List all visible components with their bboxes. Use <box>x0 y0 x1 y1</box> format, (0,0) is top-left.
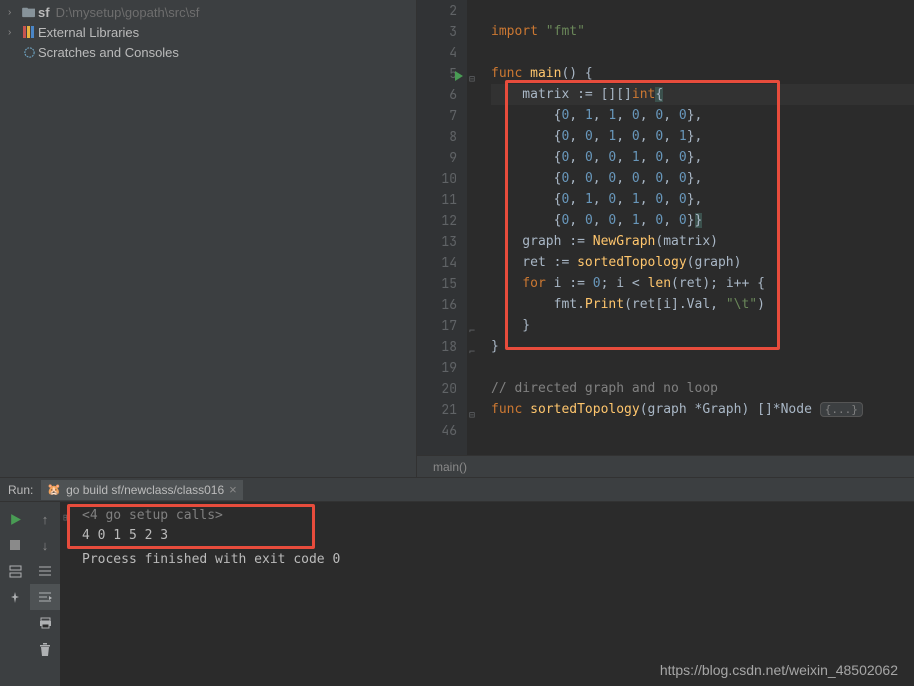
line-number[interactable]: 16 <box>417 294 457 315</box>
code-line[interactable]: matrix := [][]int{ <box>491 84 914 105</box>
fold-column[interactable]: ⊟ ⌐ ⌐ ⊟ <box>467 0 483 455</box>
watermark: https://blog.csdn.net/weixin_48502062 <box>660 662 898 678</box>
code-line[interactable]: graph := NewGraph(matrix) <box>491 231 914 252</box>
line-number[interactable]: 7 <box>417 105 457 126</box>
fold-marker-icon[interactable]: ⊟ <box>469 68 480 79</box>
code-line[interactable] <box>491 357 914 378</box>
project-root-item[interactable]: › sf D:\mysetup\gopath\src\sf <box>0 2 416 22</box>
code-line[interactable] <box>491 420 914 441</box>
line-number[interactable]: 17 <box>417 315 457 336</box>
line-number[interactable]: 20 <box>417 378 457 399</box>
fold-marker-icon[interactable]: ⌐ <box>469 320 480 331</box>
fold-marker-icon[interactable]: ⌐ <box>469 341 480 352</box>
soft-wrap-button[interactable] <box>30 558 60 584</box>
line-number[interactable]: 2 <box>417 0 457 21</box>
external-libraries-label: External Libraries <box>38 25 139 40</box>
console-fold-line[interactable]: <4 go setup calls> <box>82 506 906 526</box>
run-toolbar-left <box>0 502 30 686</box>
project-tree-panel: › sf D:\mysetup\gopath\src\sf › External… <box>0 0 417 477</box>
line-number[interactable]: 19 <box>417 357 457 378</box>
go-icon: 🐹 <box>47 483 61 496</box>
external-libraries-item[interactable]: › External Libraries <box>0 22 416 42</box>
code-line[interactable]: {0, 0, 0, 0, 0, 0}, <box>491 168 914 189</box>
library-icon <box>20 25 38 39</box>
code-line[interactable]: fmt.Print(ret[i].Val, "\t") <box>491 294 914 315</box>
editor-area: 2345678910111213141516171819202146 ⊟ ⌐ ⌐⊟ … <box>417 0 914 477</box>
rerun-button[interactable] <box>0 506 30 532</box>
code-editor[interactable]: 2345678910111213141516171819202146 ⊟ ⌐ ⌐⊟ … <box>417 0 914 455</box>
close-icon[interactable]: × <box>229 482 237 497</box>
code-line[interactable]: {0, 0, 1, 0, 0, 1}, <box>491 126 914 147</box>
line-number[interactable]: 10 <box>417 168 457 189</box>
code-line[interactable]: {0, 0, 0, 1, 0, 0}, <box>491 147 914 168</box>
up-button[interactable]: ↑ <box>30 506 60 532</box>
layout-button[interactable] <box>0 558 30 584</box>
expand-arrow-icon[interactable]: › <box>8 7 20 18</box>
stop-button[interactable] <box>0 532 30 558</box>
line-number[interactable]: 46 <box>417 420 457 441</box>
line-number[interactable]: 14 <box>417 252 457 273</box>
scroll-to-end-button[interactable] <box>30 584 60 610</box>
scratches-item[interactable]: Scratches and Consoles <box>0 42 416 62</box>
fold-toggle-icon[interactable]: ⊞ <box>63 508 70 528</box>
run-title: Run: <box>8 483 33 497</box>
run-tab-label: go build sf/newclass/class016 <box>66 483 224 497</box>
code-line[interactable]: {0, 0, 0, 1, 0, 0}} <box>491 210 914 231</box>
line-number[interactable]: 8 <box>417 126 457 147</box>
line-number[interactable]: 4 <box>417 42 457 63</box>
project-root-path: D:\mysetup\gopath\src\sf <box>56 5 200 20</box>
run-toolbar-right: ↑ ↓ <box>30 502 60 686</box>
run-gutter-icon[interactable] <box>454 68 464 89</box>
breadcrumb[interactable]: main() <box>417 455 914 477</box>
code-line[interactable]: {0, 1, 0, 1, 0, 0}, <box>491 189 914 210</box>
scratches-label: Scratches and Consoles <box>38 45 179 60</box>
line-number[interactable]: 3 <box>417 21 457 42</box>
code-line[interactable]: } <box>491 336 914 357</box>
line-number[interactable]: 9 <box>417 147 457 168</box>
breadcrumb-item[interactable]: main() <box>433 460 467 474</box>
scratches-icon <box>20 46 38 59</box>
code-line[interactable] <box>491 0 914 21</box>
run-panel: Run: 🐹 go build sf/newclass/class016 × ↑… <box>0 477 914 686</box>
line-number[interactable]: 15 <box>417 273 457 294</box>
code-line[interactable]: import "fmt" <box>491 21 914 42</box>
line-number[interactable]: 11 <box>417 189 457 210</box>
code-line[interactable]: for i := 0; i < len(ret); i++ { <box>491 273 914 294</box>
code-content[interactable]: import "fmt" func main() { matrix := [][]… <box>483 0 914 455</box>
run-header: Run: 🐹 go build sf/newclass/class016 × <box>0 478 914 502</box>
run-tab[interactable]: 🐹 go build sf/newclass/class016 × <box>41 480 242 500</box>
line-number[interactable]: 21 <box>417 399 457 420</box>
line-number[interactable]: 18 <box>417 336 457 357</box>
down-button[interactable]: ↓ <box>30 532 60 558</box>
line-number[interactable]: 13 <box>417 231 457 252</box>
folder-icon <box>20 6 38 18</box>
delete-button[interactable] <box>30 636 60 662</box>
code-line[interactable]: {0, 1, 1, 0, 0, 0}, <box>491 105 914 126</box>
line-number[interactable]: 12 <box>417 210 457 231</box>
line-number[interactable]: 5 <box>417 63 457 84</box>
code-line[interactable]: } <box>491 315 914 336</box>
console-output-line: 4 0 1 5 2 3 <box>82 526 906 546</box>
expand-arrow-icon[interactable]: › <box>8 27 20 38</box>
fold-marker-icon[interactable]: ⊟ <box>469 404 480 415</box>
code-line[interactable]: ret := sortedTopology(graph) <box>491 252 914 273</box>
project-root-name: sf <box>38 5 50 20</box>
line-number[interactable]: 6 <box>417 84 457 105</box>
code-line[interactable] <box>491 42 914 63</box>
code-line[interactable]: func main() { <box>491 63 914 84</box>
code-line[interactable]: // directed graph and no loop <box>491 378 914 399</box>
console-output[interactable]: ⊞ <4 go setup calls> 4 0 1 5 2 3 Process… <box>60 502 914 686</box>
code-line[interactable]: func sortedTopology(graph *Graph) []*Nod… <box>491 399 914 420</box>
print-button[interactable] <box>30 610 60 636</box>
console-finished-line: Process finished with exit code 0 <box>82 550 906 570</box>
pin-button[interactable] <box>0 584 30 610</box>
